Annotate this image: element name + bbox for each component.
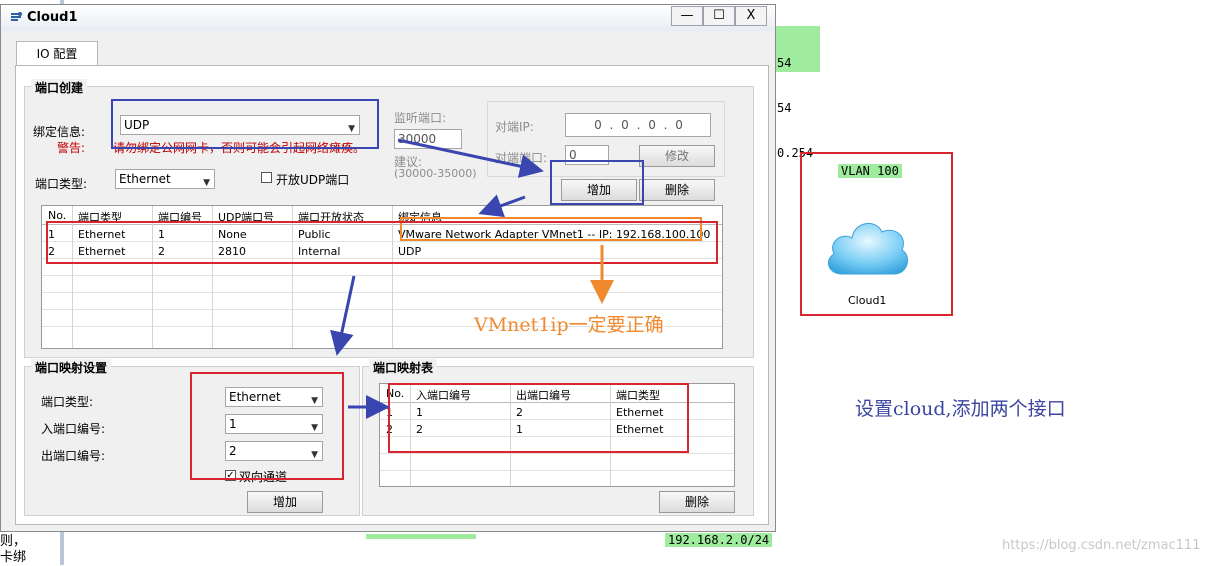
arrow-add-to-table (478, 194, 526, 218)
vmnet-annotation: VMnet1ip一定要正确 (474, 314, 664, 336)
annotation-arrows (330, 138, 614, 419)
arrow-bind-to-add (397, 138, 544, 178)
arrow-table-to-mapping (330, 275, 356, 356)
